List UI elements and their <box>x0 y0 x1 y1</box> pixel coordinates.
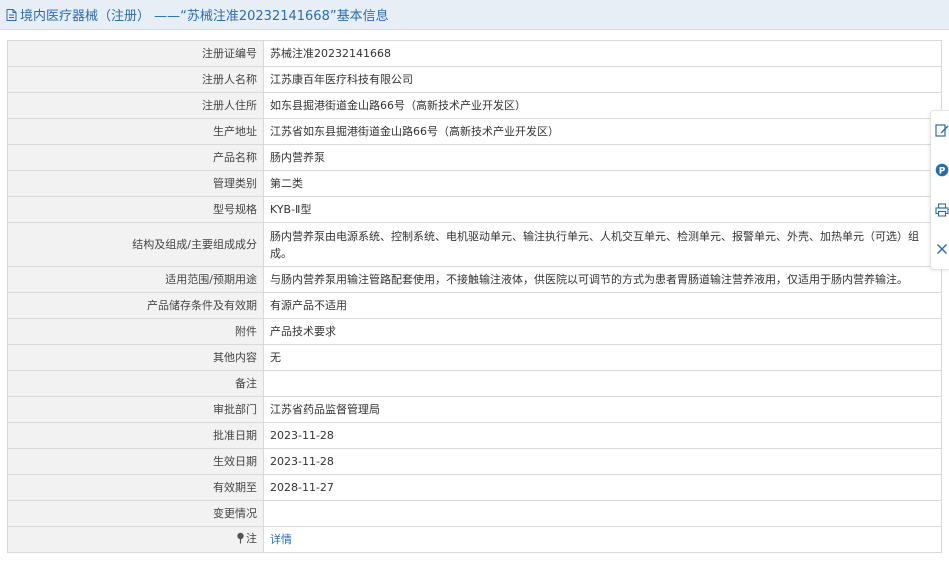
svg-text:P: P <box>939 167 946 177</box>
note-label: 注 <box>246 532 257 545</box>
table-row: 注册人住所 如东县掘港街道金山路66号（高新技术产业开发区） <box>7 92 942 119</box>
row-label: 适用范围/预期用途 <box>7 266 264 293</box>
row-label: 注册人住所 <box>7 92 264 119</box>
row-label: 产品储存条件及有效期 <box>7 292 264 319</box>
row-value: 产品技术要求 <box>263 318 942 345</box>
table-row: 结构及组成/主要组成成分 肠内营养泵由电源系统、控制系统、电机驱动单元、输注执行… <box>7 222 942 267</box>
table-row: 产品名称 肠内营养泵 <box>7 144 942 171</box>
row-label: 审批部门 <box>7 396 264 423</box>
print-icon[interactable] <box>935 203 949 217</box>
table-row: 型号规格 KYB-Ⅱ型 <box>7 196 942 223</box>
table-row: 有效期至 2028-11-27 <box>7 474 942 501</box>
page-title: 境内医疗器械（注册） ——“苏械注准20232141668”基本信息 <box>20 9 389 24</box>
row-label: 生产地址 <box>7 118 264 145</box>
table-row: 备注 <box>7 370 942 397</box>
row-value <box>263 370 942 397</box>
row-label: 备注 <box>7 370 264 397</box>
row-value: 江苏康百年医疗科技有限公司 <box>263 66 942 93</box>
pin-icon <box>236 532 245 549</box>
table-row: 管理类别 第二类 <box>7 170 942 197</box>
help-icon[interactable]: P <box>935 163 949 177</box>
table-row: 产品储存条件及有效期 有源产品不适用 <box>7 292 942 319</box>
note-row: 注 详情 <box>7 526 942 553</box>
table-row: 生产地址 江苏省如东县掘港街道金山路66号（高新技术产业开发区） <box>7 118 942 145</box>
table-row: 注册证编号 苏械注准20232141668 <box>7 40 942 67</box>
info-table-container: 注册证编号 苏械注准20232141668 注册人名称 江苏康百年医疗科技有限公… <box>7 40 942 553</box>
row-label: 变更情况 <box>7 500 264 527</box>
page-header: 境内医疗器械（注册） ——“苏械注准20232141668”基本信息 <box>0 0 949 30</box>
row-label: 其他内容 <box>7 344 264 371</box>
row-value: KYB-Ⅱ型 <box>263 196 942 223</box>
close-icon[interactable] <box>935 242 949 256</box>
row-label: 结构及组成/主要组成成分 <box>7 222 264 267</box>
row-value: 第二类 <box>263 170 942 197</box>
row-value: 2028-11-27 <box>263 474 942 501</box>
table-row: 生效日期 2023-11-28 <box>7 448 942 475</box>
table-row: 其他内容 无 <box>7 344 942 371</box>
table-row: 附件 产品技术要求 <box>7 318 942 345</box>
table-row: 注册人名称 江苏康百年医疗科技有限公司 <box>7 66 942 93</box>
table-row: 适用范围/预期用途 与肠内营养泵用输注管路配套使用，不接触输注液体，供医院以可调… <box>7 266 942 293</box>
row-value: 2023-11-28 <box>263 422 942 449</box>
row-value: 肠内营养泵 <box>263 144 942 171</box>
info-table: 注册证编号 苏械注准20232141668 注册人名称 江苏康百年医疗科技有限公… <box>7 40 942 553</box>
row-value: 无 <box>263 344 942 371</box>
row-value: 江苏省如东县掘港街道金山路66号（高新技术产业开发区） <box>263 118 942 145</box>
row-value: 有源产品不适用 <box>263 292 942 319</box>
row-label: 附件 <box>7 318 264 345</box>
row-label: 产品名称 <box>7 144 264 171</box>
row-value: 肠内营养泵由电源系统、控制系统、电机驱动单元、输注执行单元、人机交互单元、检测单… <box>263 222 942 267</box>
row-label: 注册人名称 <box>7 66 264 93</box>
row-value: 2023-11-28 <box>263 448 942 475</box>
row-value: 如东县掘港街道金山路66号（高新技术产业开发区） <box>263 92 942 119</box>
row-label: 生效日期 <box>7 448 264 475</box>
row-value: 与肠内营养泵用输注管路配套使用，不接触输注液体，供医院以可调节的方式为患者胃肠道… <box>263 266 942 293</box>
note-value-cell: 详情 <box>263 526 942 553</box>
details-link[interactable]: 详情 <box>270 533 292 546</box>
table-row: 批准日期 2023-11-28 <box>7 422 942 449</box>
table-row: 变更情况 <box>7 500 942 527</box>
row-value: 苏械注准20232141668 <box>263 40 942 67</box>
row-label: 有效期至 <box>7 474 264 501</box>
row-label: 批准日期 <box>7 422 264 449</box>
table-row: 审批部门 江苏省药品监督管理局 <box>7 396 942 423</box>
row-label: 管理类别 <box>7 170 264 197</box>
document-icon <box>6 8 17 21</box>
edit-icon[interactable] <box>935 123 949 137</box>
row-label: 型号规格 <box>7 196 264 223</box>
side-toolbar: P <box>930 110 949 270</box>
row-value <box>263 500 942 527</box>
note-label-cell: 注 <box>7 526 264 553</box>
row-label: 注册证编号 <box>7 40 264 67</box>
row-value: 江苏省药品监督管理局 <box>263 396 942 423</box>
